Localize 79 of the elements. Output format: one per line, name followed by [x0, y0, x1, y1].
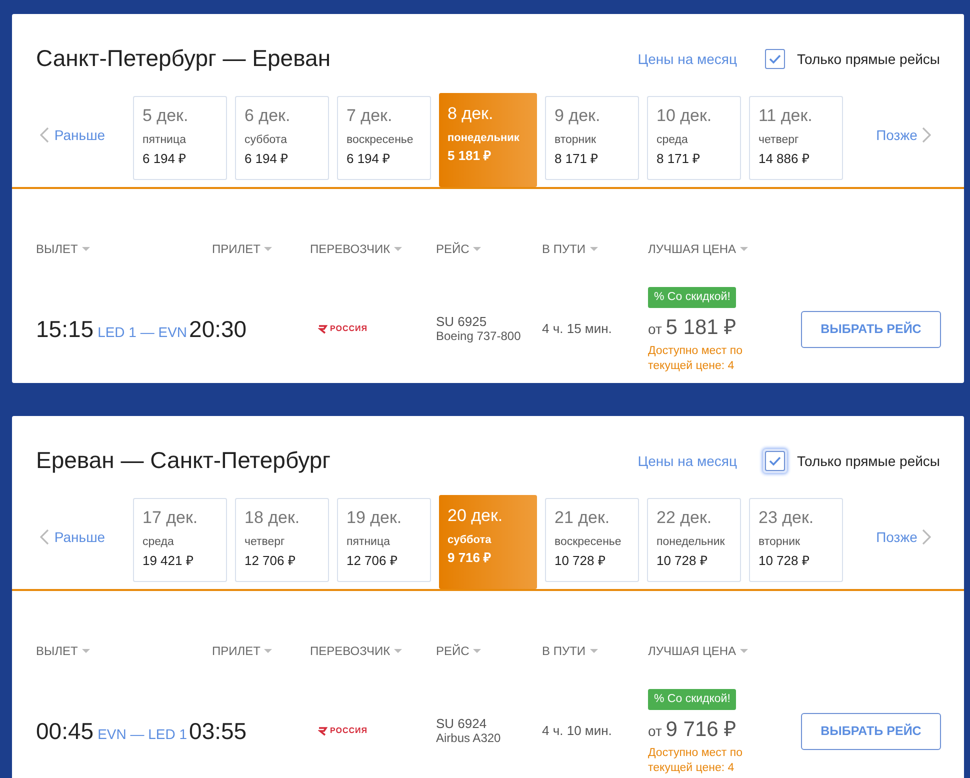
earlier-link[interactable]: Раньше	[40, 526, 106, 548]
sort-caret-icon	[590, 247, 598, 251]
select-flight-button[interactable]: ВЫБРАТЬ РЕЙС	[801, 310, 941, 348]
route-airports: LED 1 — EVN	[98, 322, 188, 342]
column-header[interactable]: ПЕРЕВОЗЧИК	[310, 631, 436, 671]
sort-caret-icon	[394, 247, 402, 251]
discount-badge: % Со скидкой!	[648, 287, 736, 308]
best-price: 5 181 ₽	[666, 316, 736, 340]
earlier-link[interactable]: Раньше	[40, 124, 106, 146]
availability-note: Доступно мест по текущей цене: 4	[648, 344, 744, 374]
sort-caret-icon	[590, 649, 598, 653]
chevron-right-icon	[922, 127, 932, 143]
chevron-right-icon	[922, 529, 932, 545]
departure-time: 15:15	[36, 314, 94, 344]
column-header[interactable]: ПРИЛЕТ	[212, 229, 310, 269]
route-title: Санкт-Петербург — Ереван	[36, 45, 331, 73]
column-header[interactable]: В ПУТИ	[542, 631, 648, 671]
sort-caret-icon	[82, 247, 90, 251]
date-tab[interactable]: 5 дек. пятница 6 194 ₽	[133, 96, 228, 180]
select-flight-button[interactable]: ВЫБРАТЬ РЕЙС	[801, 712, 941, 750]
sort-caret-icon	[82, 649, 90, 653]
airline-logo-icon	[318, 324, 328, 334]
column-header[interactable]: РЕЙС	[436, 631, 542, 671]
checkmark-icon	[769, 54, 782, 64]
checkbox-label: Только прямые рейсы	[797, 452, 940, 471]
column-header[interactable]: РЕЙС	[436, 229, 542, 269]
aircraft-type: Airbus A320	[436, 732, 502, 746]
date-tab[interactable]: 23 дек. вторник 10 728 ₽	[749, 498, 844, 582]
sort-caret-icon	[264, 649, 272, 653]
date-tab[interactable]: 18 дек. четверг 12 706 ₽	[235, 498, 330, 582]
price-prefix: от	[648, 321, 663, 338]
column-header[interactable]: В ПУТИ	[542, 229, 648, 269]
column-header[interactable]: ВЫЛЕТ	[36, 631, 212, 671]
sort-caret-icon	[473, 247, 482, 251]
column-header[interactable]: ЛУЧШАЯ ЦЕНА	[648, 229, 801, 269]
direct-only-checkbox[interactable]	[765, 49, 786, 69]
flight-number: SU 6924	[436, 716, 488, 732]
chevron-left-icon	[40, 529, 50, 545]
date-tab[interactable]: 11 дек. четверг 14 886 ₽	[749, 96, 844, 180]
discount-badge: % Со скидкой!	[648, 689, 736, 710]
date-tab[interactable]: 6 дек. суббота 6 194 ₽	[235, 96, 330, 180]
checkmark-icon	[769, 456, 782, 466]
airline-name: РОССИЯ	[330, 725, 368, 737]
best-price: 9 716 ₽	[666, 718, 736, 742]
column-header[interactable]: ЛУЧШАЯ ЦЕНА	[648, 631, 801, 671]
sort-caret-icon	[740, 247, 748, 251]
date-tab[interactable]: 7 дек. воскресенье 6 194 ₽	[337, 96, 432, 180]
date-tab[interactable]: 17 дек. среда 19 421 ₽	[133, 498, 228, 582]
airline-name: РОССИЯ	[330, 323, 368, 335]
date-tab[interactable]: 22 дек. понедельник 10 728 ₽	[647, 498, 742, 582]
date-tab[interactable]: 19 дек. пятница 12 706 ₽	[337, 498, 432, 582]
column-header[interactable]: ПЕРЕВОЗЧИК	[310, 229, 436, 269]
chevron-left-icon	[40, 127, 50, 143]
aircraft-type: Boeing 737-800	[436, 330, 522, 344]
flight-number: SU 6925	[436, 314, 488, 330]
arrival-time: 20:30	[189, 314, 247, 344]
availability-note: Доступно мест по текущей цене: 4	[648, 746, 744, 776]
column-header[interactable]: ВЫЛЕТ	[36, 229, 212, 269]
arrival-time: 03:55	[189, 716, 247, 746]
flight-duration: 4 ч. 15 мин.	[542, 320, 613, 338]
month-prices-link[interactable]: Цены на месяц	[638, 48, 738, 70]
departure-time: 00:45	[36, 716, 94, 746]
price-prefix: от	[648, 723, 663, 740]
date-tab[interactable]: 21 дек. воскресенье 10 728 ₽	[545, 498, 640, 582]
sort-caret-icon	[394, 649, 402, 653]
date-tab[interactable]: 10 дек. среда 8 171 ₽	[647, 96, 742, 180]
later-link[interactable]: Позже	[876, 124, 932, 146]
month-prices-link[interactable]: Цены на месяц	[638, 450, 738, 472]
sort-caret-icon	[740, 649, 748, 653]
later-link[interactable]: Позже	[876, 526, 932, 548]
route-title: Ереван — Санкт-Петербург	[36, 447, 331, 475]
date-tab[interactable]: 9 дек. вторник 8 171 ₽	[545, 96, 640, 180]
flight-duration: 4 ч. 10 мин.	[542, 722, 613, 740]
sort-caret-icon	[473, 649, 482, 653]
airline-logo-icon	[318, 726, 328, 736]
route-airports: EVN — LED 1	[98, 724, 188, 744]
sort-caret-icon	[264, 247, 272, 251]
column-header[interactable]: ПРИЛЕТ	[212, 631, 310, 671]
checkbox-label: Только прямые рейсы	[797, 50, 940, 69]
